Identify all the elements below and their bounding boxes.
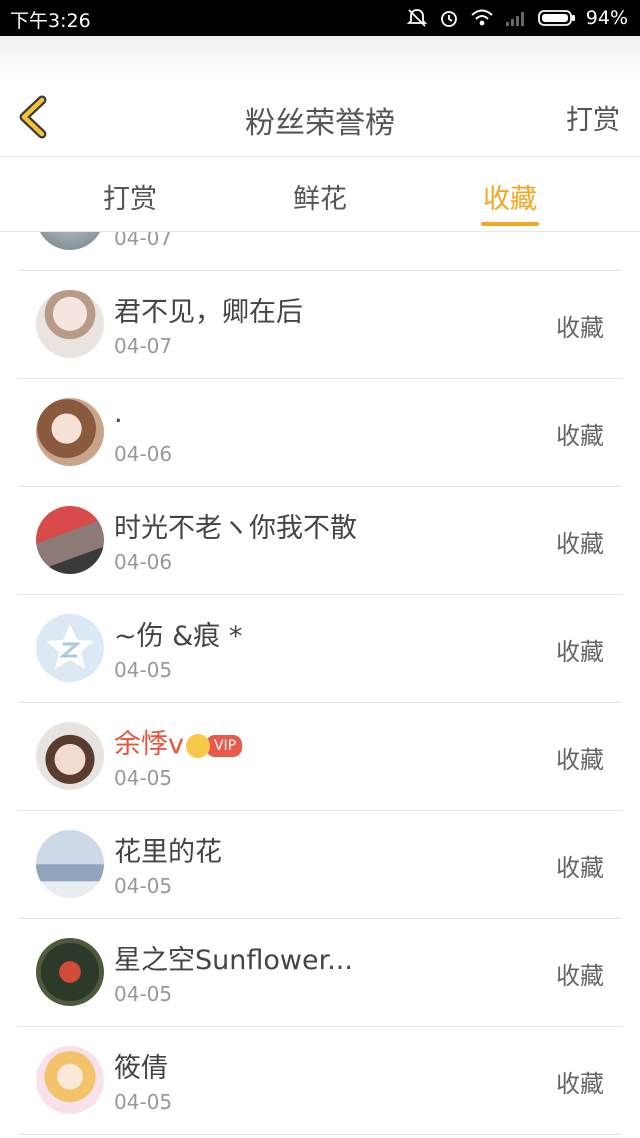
user-date: 04-05 [114,982,173,1006]
tab-active-indicator [481,222,539,226]
list-item[interactable]: 花里的花 04-05 收藏 [18,810,622,919]
battery-icon [537,10,575,26]
battery-percent: 94% [585,7,628,29]
signal-icon [505,12,524,26]
user-name: ~伤 &痕 * [114,621,243,652]
list-item[interactable]: 余悸v VIP 04-05 收藏 [18,702,622,811]
user-date: 04-05 [114,1090,173,1114]
list-item[interactable]: ~伤 &痕 * 04-05 收藏 [18,594,622,703]
favorite-label: 收藏 [556,854,604,882]
user-name: 星之空Sunflower... [114,945,353,976]
user-name: 筱倩 [114,1053,168,1084]
avatar [36,614,104,682]
avatar [36,232,104,250]
favorite-label: 收藏 [556,314,604,342]
vip-badge: VIP [185,733,243,758]
user-date: 04-06 [114,442,173,466]
notifications-off-icon [406,9,427,27]
user-date: 04-05 [114,658,173,682]
avatar [36,722,104,790]
vip-label: VIP [205,734,243,757]
tab-reward[interactable]: 打赏 [80,177,180,216]
user-date: 04-07 [114,334,173,358]
favorite-label: 收藏 [556,422,604,450]
avatar [36,938,104,1006]
avatar [36,506,104,574]
status-icons: 94% [406,5,628,31]
list-item[interactable]: 星之空Sunflower... 04-05 收藏 [18,918,622,1027]
crown-icon [185,733,210,758]
user-name: 余悸v [114,729,184,760]
favorite-label: 收藏 [556,638,604,666]
star-z-icon [46,624,94,669]
user-date: 04-07 [114,232,173,250]
list-item[interactable]: 君不见，卿在后 04-07 收藏 [18,270,622,379]
user-date: 04-05 [114,766,173,790]
list-item[interactable]: . 04-06 收藏 [18,378,622,487]
favorite-label: 收藏 [556,530,604,558]
favorite-label: 收藏 [556,1070,604,1098]
avatar [36,1046,104,1114]
user-date: 04-06 [114,550,173,574]
list-item[interactable]: 时光不老ヽ你我不散 04-06 收藏 [18,486,622,595]
user-date: 04-05 [114,874,173,898]
list-item[interactable]: 04-07 [18,232,622,271]
avatar [36,830,104,898]
user-name-vip: 余悸v VIP [114,722,243,761]
favorite-label: 收藏 [556,962,604,990]
status-time: 下午3:26 [10,10,91,32]
tab-favorites[interactable]: 收藏 [460,177,560,216]
tab-flowers[interactable]: 鲜花 [270,177,370,216]
user-name: 时光不老ヽ你我不散 [114,513,357,544]
reward-button[interactable]: 打赏 [566,98,620,137]
avatar [36,290,104,358]
user-name: 君不见，卿在后 [114,297,303,328]
alarm-icon [440,11,457,27]
wifi-icon [471,9,493,26]
list-item[interactable]: 筱倩 04-05 收藏 [18,1026,622,1135]
fan-list: 04-07 君不见，卿在后 04-07 收藏 . 04-06 收藏 时光不老ヽ你… [0,232,640,1138]
page-title: 粉丝荣誉榜 [245,106,395,141]
favorite-label: 收藏 [556,746,604,774]
tab-bar: 打赏 鲜花 收藏 [0,157,640,232]
avatar [36,398,104,466]
status-bar: 下午3:26 94% [0,0,640,36]
user-name: . [114,398,123,429]
user-name: 花里的花 [114,837,222,868]
header-bar: 粉丝荣誉榜 打赏 [0,36,640,157]
